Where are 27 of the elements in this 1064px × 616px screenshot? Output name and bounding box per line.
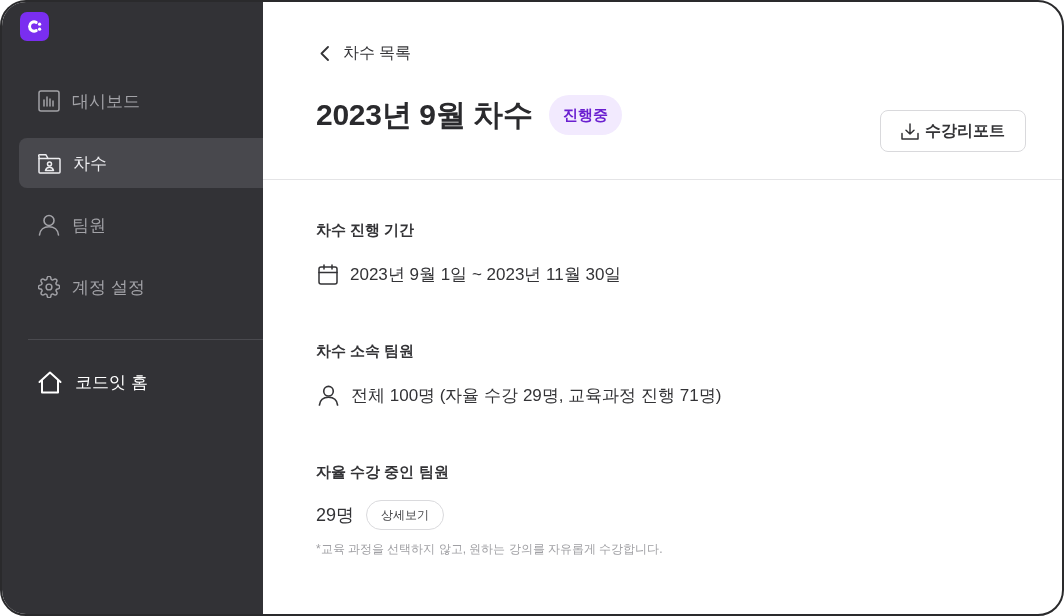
sidebar-item[interactable]: 계정 설정	[19, 262, 263, 312]
sidebar-item[interactable]: 대시보드	[19, 76, 263, 126]
section-heading: 차수 진행 기간	[316, 220, 416, 240]
detail-button[interactable]: 상세보기	[366, 500, 445, 530]
folder-icon	[38, 152, 61, 174]
bar-chart-icon	[38, 90, 60, 112]
sidebar-item[interactable]: 차수	[19, 138, 263, 188]
calendar-icon	[318, 263, 338, 285]
download-icon	[901, 122, 919, 140]
person-icon	[38, 214, 60, 236]
settings-icon	[38, 276, 60, 298]
footnote-text: *교육 과정을 선택하지 않고, 원하는 강의를 자유롭게 수강합니다.	[316, 541, 664, 557]
home-link[interactable]: 코드잇 홈	[19, 357, 263, 407]
section-heading: 자율 수강 중인 팀원	[316, 462, 450, 482]
status-badge: 진행중	[548, 95, 622, 135]
period-text: 2023년 9월 1일 ~ 2023년 11월 30일	[350, 263, 622, 286]
report-button[interactable]: 수강리포트	[880, 110, 1026, 152]
sidebar-item[interactable]: 팀원	[19, 200, 263, 250]
home-icon	[38, 370, 62, 394]
section-heading: 차수 소속 팀원	[316, 341, 416, 361]
back-link[interactable]: 차수 목록	[316, 41, 412, 65]
page-title: 2023년 9월 차수	[316, 96, 533, 133]
person-icon	[318, 384, 339, 406]
logo-icon	[20, 12, 49, 41]
member-count-text: 29명	[316, 504, 355, 527]
member-count-text: 전체 100명 (자율 수강 29명, 교육과정 진행 71명)	[351, 384, 722, 407]
chevron-left-icon	[320, 45, 329, 61]
